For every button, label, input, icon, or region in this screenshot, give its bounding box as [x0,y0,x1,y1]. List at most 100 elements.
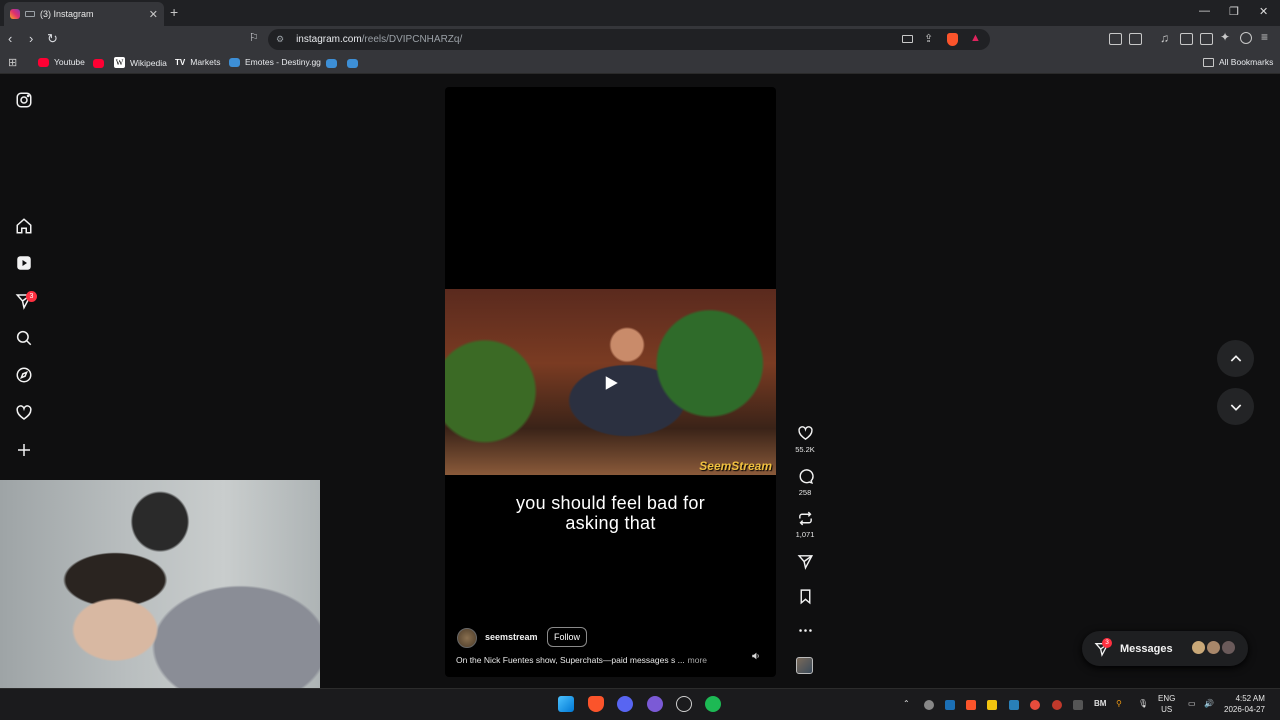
extensions-icon[interactable] [1109,33,1122,45]
windows-start-icon[interactable] [558,696,574,712]
more-link[interactable]: more [688,655,707,665]
window-close-button[interactable]: ✕ [1259,5,1268,18]
destiny-icon[interactable] [326,59,337,68]
messages-badge: 3 [1102,638,1112,648]
instagram-logo-icon[interactable] [15,91,33,109]
follow-button[interactable]: Follow [547,627,588,647]
cast-icon[interactable] [902,35,913,43]
avatar [1206,640,1221,655]
obs-icon[interactable] [676,696,692,712]
network-icon[interactable]: ▭ [1188,699,1196,708]
window-restore-button[interactable]: ❐ [1229,5,1239,18]
comment-count: 258 [798,488,812,497]
ellipsis-icon [798,629,812,632]
tray-overflow-icon[interactable]: ⌃ [903,699,910,708]
comment-icon [799,469,814,485]
bookmark-icon [800,589,810,605]
tray-app-icon[interactable] [924,700,934,710]
author-avatar[interactable] [457,628,477,648]
like-button[interactable]: 55.2K [794,425,816,454]
microphone-icon[interactable]: 🎙 [1138,699,1148,708]
notifications-heart-icon[interactable] [15,404,33,422]
address-bar[interactable]: ⚙ instagram.com/reels/DVIPCNHARZq/ [268,29,990,50]
vpn-icon[interactable] [1200,33,1213,45]
video-caption: you should feel bad for asking that [515,493,706,533]
site-info-icon[interactable]: ⚙ [276,34,284,45]
tray-app-icon[interactable] [987,700,997,710]
explore-compass-icon[interactable] [15,366,33,384]
search-icon[interactable] [15,329,33,347]
more-options-button[interactable] [794,622,816,642]
discord-icon[interactable] [617,696,633,712]
destiny-icon [229,57,240,67]
destiny-icon[interactable] [347,59,358,68]
bookmark-emotes-destiny[interactable]: Emotes - Destiny.gg [229,57,321,67]
spotify-icon[interactable] [705,696,721,712]
bookmark-markets[interactable]: TV Markets [175,57,220,67]
home-icon[interactable] [15,217,33,235]
create-plus-icon[interactable] [15,441,33,459]
window-minimize-button[interactable]: — [1199,5,1210,17]
share-icon[interactable]: ⇪ [924,32,933,45]
like-count: 55.2K [795,445,815,454]
bookmark-page-icon[interactable]: ⚐ [249,31,259,44]
original-audio-thumbnail[interactable] [796,657,813,674]
messages-label: Messages [1120,642,1173,655]
video-watermark: SeemStream [699,459,772,473]
avatar [1221,640,1236,655]
share-button[interactable] [794,553,816,573]
bookmark-youtube[interactable]: Youtube [38,57,85,67]
brave-shields-icon[interactable] [947,33,958,46]
language-indicator[interactable]: ENG US [1158,693,1175,715]
tray-app-icon[interactable] [1073,700,1083,710]
back-icon[interactable]: ‹ [8,31,12,46]
next-reel-button[interactable] [1217,388,1254,425]
brave-tray-icon[interactable] [966,700,976,710]
brave-rewards-icon[interactable]: ▲ [970,32,981,44]
instagram-favicon-icon [10,9,20,19]
repost-icon [798,511,812,526]
obsidian-icon[interactable] [647,696,663,712]
brave-browser-icon[interactable] [588,696,604,712]
repost-button[interactable]: 1,071 [794,510,816,539]
reels-icon[interactable] [15,254,33,272]
save-button[interactable] [794,588,816,608]
tray-app-icon[interactable] [1009,700,1019,710]
profile-icon[interactable] [1240,32,1252,44]
volume-icon[interactable] [751,651,761,661]
tray-app-icon[interactable] [1052,700,1062,710]
search-tray-icon[interactable]: ⚲ [1116,699,1122,708]
new-tab-button[interactable]: + [170,4,178,20]
send-icon [797,555,813,570]
tab-audio-chip-icon [25,11,35,17]
reel-video-player[interactable]: SeemStream you should feel bad for askin… [445,87,776,677]
sidebar-toggle-icon[interactable] [1180,33,1193,45]
media-control-icon[interactable]: ♫ [1160,31,1169,45]
youtube-icon[interactable] [93,59,104,68]
reload-icon[interactable]: ↻ [47,31,58,47]
author-username[interactable]: seemstream [485,632,538,642]
avatar [1191,640,1206,655]
previous-reel-button[interactable] [1217,340,1254,377]
heart-icon [797,426,813,441]
bm-tray-icon[interactable]: BM [1094,699,1106,708]
browser-tab-instagram[interactable]: (3) Instagram ✕ [4,2,164,26]
system-clock[interactable]: 4:52 AM 2026-04-27 [1224,693,1265,715]
all-bookmarks-button[interactable]: All Bookmarks [1203,57,1273,67]
tab-close-icon[interactable]: ✕ [149,8,158,21]
wikipedia-icon: W [114,57,125,68]
wallet-icon[interactable] [1129,33,1142,45]
leo-ai-icon[interactable]: ✦ [1220,30,1230,44]
notification-badge: 3 [26,291,37,302]
comment-button[interactable]: 258 [794,468,816,497]
bookmark-wikipedia[interactable]: W Wikipedia [114,57,167,68]
apps-grid-icon[interactable]: ⊞ [8,56,17,69]
menu-icon[interactable]: ≡ [1261,30,1268,44]
tray-app-icon[interactable] [1030,700,1040,710]
steam-icon[interactable] [945,700,955,710]
reel-description: On the Nick Fuentes show, Superchats—pai… [456,655,708,665]
play-icon[interactable] [602,374,620,392]
tradingview-icon: TV [175,57,186,67]
forward-icon[interactable]: › [29,31,33,46]
speaker-icon[interactable]: 🔊 [1204,699,1214,708]
